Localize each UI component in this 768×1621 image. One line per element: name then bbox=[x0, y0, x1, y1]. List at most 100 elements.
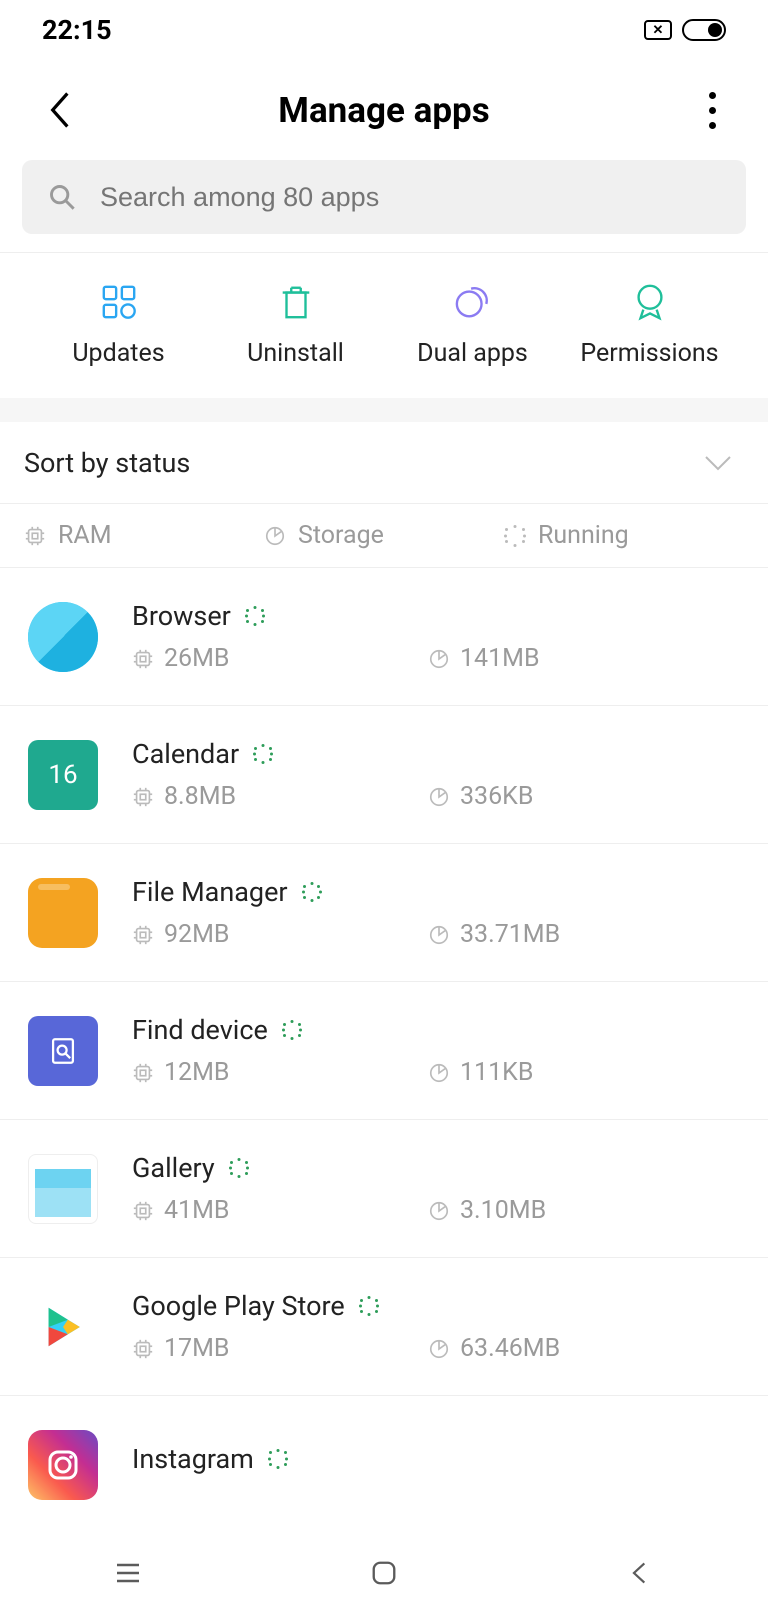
status-time: 22:15 bbox=[42, 14, 112, 46]
app-ram-value: 12MB bbox=[164, 1058, 230, 1087]
action-updates-label: Updates bbox=[72, 339, 164, 368]
system-nav-bar bbox=[0, 1525, 768, 1621]
app-ram-value: 92MB bbox=[164, 920, 230, 949]
running-icon bbox=[504, 525, 526, 547]
legend-storage-label: Storage bbox=[298, 521, 384, 550]
app-storage-value: 141MB bbox=[460, 644, 540, 673]
back-button[interactable] bbox=[40, 90, 80, 130]
legend-ram-label: RAM bbox=[58, 521, 112, 550]
uninstall-icon bbox=[275, 281, 317, 323]
chip-icon bbox=[132, 786, 154, 808]
app-row[interactable]: Find device 12MB 111KB bbox=[0, 982, 768, 1120]
running-indicator-icon bbox=[245, 606, 265, 626]
app-storage: 141MB bbox=[428, 644, 540, 673]
app-storage: 111KB bbox=[428, 1058, 533, 1087]
recents-icon bbox=[113, 1558, 143, 1588]
running-indicator-icon bbox=[302, 882, 322, 902]
app-row[interactable]: Gallery 41MB 3.10MB bbox=[0, 1120, 768, 1258]
chip-icon bbox=[132, 1062, 154, 1084]
search-container bbox=[0, 160, 768, 252]
app-icon-play bbox=[28, 1292, 98, 1362]
app-ram: 8.8MB bbox=[132, 782, 428, 811]
action-dual-apps[interactable]: Dual apps bbox=[384, 281, 561, 368]
app-row[interactable]: Google Play Store 17MB 63.46MB bbox=[0, 1258, 768, 1396]
app-storage-value: 63.46MB bbox=[460, 1334, 560, 1363]
action-updates[interactable]: Updates bbox=[30, 281, 207, 368]
permissions-icon bbox=[629, 281, 671, 323]
updates-icon bbox=[98, 281, 140, 323]
action-permissions-label: Permissions bbox=[580, 339, 718, 368]
action-uninstall[interactable]: Uninstall bbox=[207, 281, 384, 368]
app-name: Calendar bbox=[132, 738, 239, 770]
app-ram-value: 8.8MB bbox=[164, 782, 236, 811]
app-row[interactable]: 16 Calendar 8.8MB 336KB bbox=[0, 706, 768, 844]
running-indicator-icon bbox=[268, 1449, 288, 1469]
app-icon-browser bbox=[28, 602, 98, 672]
chevron-down-icon bbox=[704, 455, 732, 471]
chip-icon bbox=[132, 648, 154, 670]
nav-recents-button[interactable] bbox=[103, 1548, 153, 1598]
app-storage: 33.71MB bbox=[428, 920, 560, 949]
search-bar[interactable] bbox=[22, 160, 746, 234]
legend-storage: Storage bbox=[264, 521, 504, 550]
app-ram: 92MB bbox=[132, 920, 428, 949]
nav-back-button[interactable] bbox=[615, 1548, 665, 1598]
app-row[interactable]: Browser 26MB 141MB bbox=[0, 568, 768, 706]
app-ram: 12MB bbox=[132, 1058, 428, 1087]
running-indicator-icon bbox=[253, 744, 273, 764]
app-storage-value: 111KB bbox=[460, 1058, 533, 1087]
pie-icon bbox=[428, 648, 450, 670]
app-name: Google Play Store bbox=[132, 1290, 345, 1322]
section-divider bbox=[0, 398, 768, 422]
app-name: Instagram bbox=[132, 1443, 254, 1475]
chevron-left-icon bbox=[49, 91, 71, 129]
action-uninstall-label: Uninstall bbox=[247, 339, 344, 368]
app-storage: 63.46MB bbox=[428, 1334, 560, 1363]
pie-icon bbox=[428, 924, 450, 946]
pie-icon bbox=[264, 525, 286, 547]
app-storage-value: 3.10MB bbox=[460, 1196, 546, 1225]
app-storage-value: 33.71MB bbox=[460, 920, 560, 949]
chip-icon bbox=[132, 924, 154, 946]
sort-dropdown[interactable]: Sort by status bbox=[0, 422, 768, 504]
column-legend: RAM Storage Running bbox=[0, 504, 768, 568]
dual-apps-icon bbox=[452, 281, 494, 323]
app-icon-insta bbox=[28, 1430, 98, 1500]
app-ram-value: 17MB bbox=[164, 1334, 230, 1363]
running-indicator-icon bbox=[229, 1158, 249, 1178]
app-ram: 41MB bbox=[132, 1196, 428, 1225]
nav-home-button[interactable] bbox=[359, 1548, 409, 1598]
pie-icon bbox=[428, 1200, 450, 1222]
app-row[interactable]: File Manager 92MB 33.71MB bbox=[0, 844, 768, 982]
app-icon-calendar: 16 bbox=[28, 740, 98, 810]
action-permissions[interactable]: Permissions bbox=[561, 281, 738, 368]
app-icon-find bbox=[28, 1016, 98, 1086]
app-ram-value: 41MB bbox=[164, 1196, 230, 1225]
search-input[interactable] bbox=[100, 182, 720, 213]
app-ram: 26MB bbox=[132, 644, 428, 673]
battery-icon bbox=[682, 19, 726, 41]
app-ram: 17MB bbox=[132, 1334, 428, 1363]
app-name: Browser bbox=[132, 600, 231, 632]
page-title: Manage apps bbox=[0, 90, 768, 131]
app-row[interactable]: Instagram bbox=[0, 1396, 768, 1534]
app-storage-value: 336KB bbox=[460, 782, 533, 811]
chip-icon bbox=[24, 525, 46, 547]
app-name: Gallery bbox=[132, 1152, 215, 1184]
overflow-menu-button[interactable] bbox=[709, 92, 716, 129]
app-icon-gallery bbox=[28, 1154, 98, 1224]
back-icon bbox=[627, 1560, 653, 1586]
pie-icon bbox=[428, 1338, 450, 1360]
app-storage: 336KB bbox=[428, 782, 533, 811]
home-icon bbox=[370, 1559, 398, 1587]
legend-ram: RAM bbox=[24, 521, 264, 550]
chip-icon bbox=[132, 1338, 154, 1360]
no-sim-icon: ✕ bbox=[644, 20, 672, 40]
status-icons: ✕ bbox=[644, 19, 726, 41]
app-list: Browser 26MB 141MB 16 Calendar bbox=[0, 568, 768, 1534]
app-icon-file bbox=[28, 878, 98, 948]
status-bar: 22:15 ✕ bbox=[0, 0, 768, 60]
pie-icon bbox=[428, 1062, 450, 1084]
sort-label: Sort by status bbox=[24, 447, 190, 479]
app-ram-value: 26MB bbox=[164, 644, 230, 673]
